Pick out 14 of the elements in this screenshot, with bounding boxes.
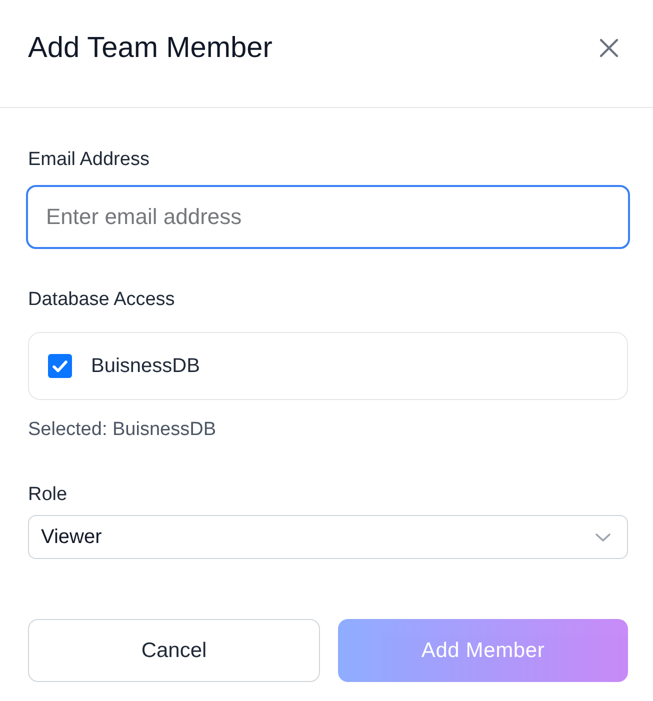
- email-input-field[interactable]: Enter email address: [26, 185, 630, 249]
- checkbox-label: BuisnessDB: [91, 354, 200, 378]
- field-label: Role: [27, 483, 68, 507]
- dialog-title: Add Team Member: [28, 31, 272, 66]
- close-icon: [599, 38, 619, 58]
- close-button[interactable]: [597, 36, 621, 60]
- selection-summary: Selected: BuisnessDB: [27, 418, 217, 442]
- cancel-button[interactable]: Cancel: [28, 619, 320, 682]
- checkmark-icon: [52, 360, 68, 372]
- field-label: Email Address: [27, 148, 150, 172]
- field-label: Database Access: [27, 288, 176, 312]
- checkbox[interactable]: [48, 354, 72, 378]
- role-select[interactable]: Viewer: [28, 515, 628, 559]
- chevron-down-icon: [595, 532, 611, 542]
